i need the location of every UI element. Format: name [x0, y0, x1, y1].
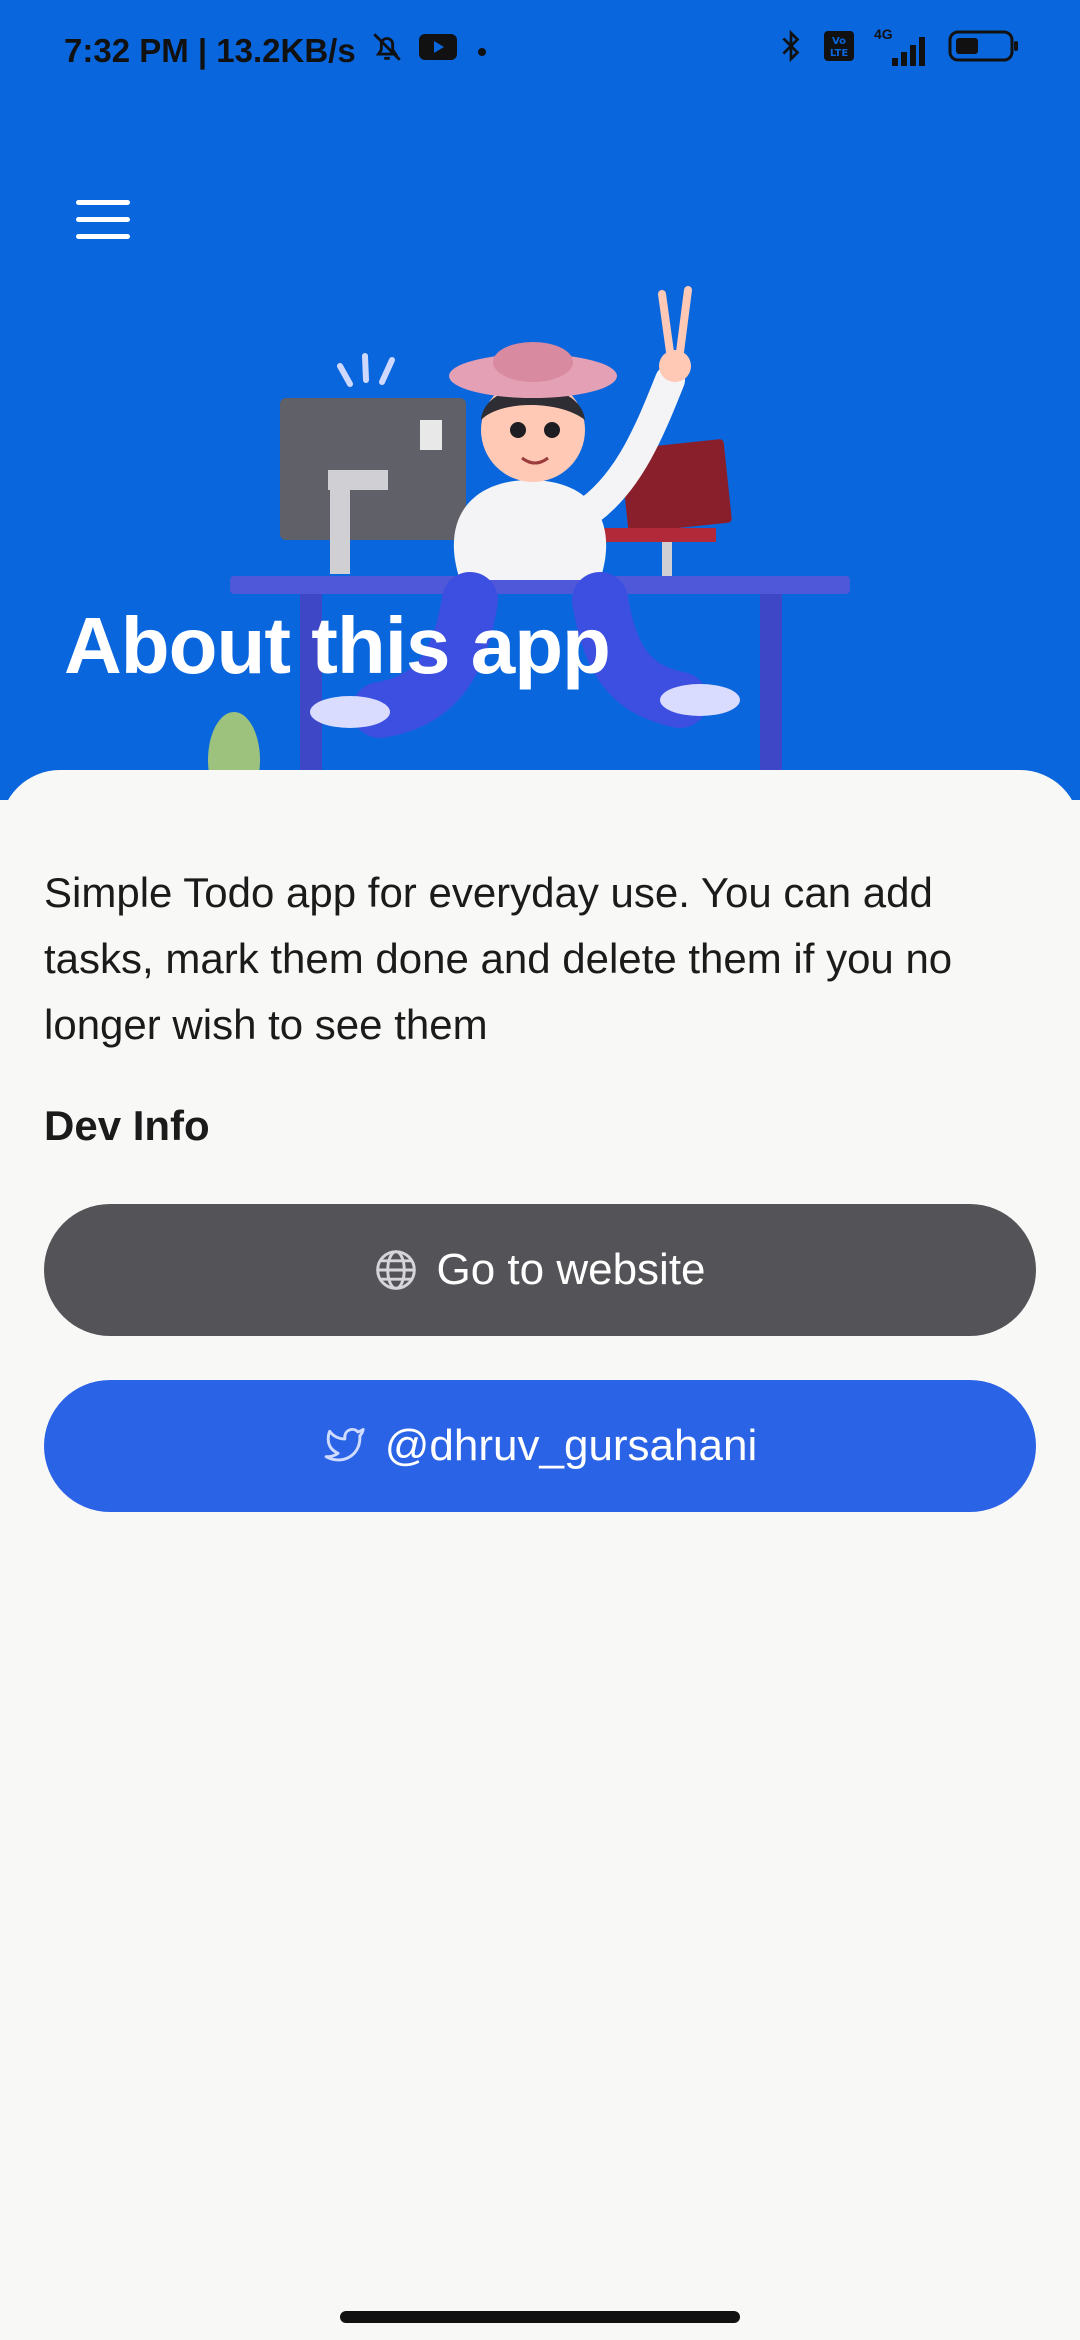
twitter-handle-label: @dhruv_gursahani: [384, 1421, 758, 1470]
volte-icon: Vo LTE: [822, 29, 856, 71]
status-right: Vo LTE 4G: [778, 26, 1020, 72]
home-indicator[interactable]: [340, 2311, 740, 2323]
signal-4g-icon: 4G: [874, 26, 930, 68]
svg-text:Vo: Vo: [832, 36, 846, 47]
status-time-speed: 7:32 PM | 13.2KB/s: [64, 32, 356, 69]
status-bar: 7:32 PM | 13.2KB/s Vo LTE 4G: [0, 0, 1080, 100]
go-to-website-label: Go to website: [436, 1245, 706, 1294]
mute-icon: [370, 30, 404, 72]
dot-icon: [472, 32, 492, 70]
header-hero: 7:32 PM | 13.2KB/s Vo LTE 4G About this …: [0, 0, 1080, 800]
developer-desk-illustration: [208, 286, 850, 800]
hamburger-menu-icon[interactable]: [72, 196, 134, 244]
app-description: Simple Todo app for everyday use. You ca…: [44, 869, 953, 1048]
network-label: 4G: [874, 26, 893, 42]
bluetooth-icon: [778, 28, 804, 72]
twitter-handle-button[interactable]: @dhruv_gursahani: [44, 1380, 1036, 1512]
youtube-icon: [418, 32, 458, 70]
page-title: About this app: [64, 601, 611, 690]
dev-info-heading: Dev Info: [44, 1102, 210, 1149]
battery-icon: [948, 29, 1020, 71]
twitter-icon: [323, 1424, 367, 1468]
svg-text:LTE: LTE: [830, 48, 849, 59]
go-to-website-button[interactable]: Go to website: [44, 1204, 1036, 1336]
status-left: 7:32 PM | 13.2KB/s: [64, 30, 492, 72]
globe-icon: [374, 1248, 418, 1292]
